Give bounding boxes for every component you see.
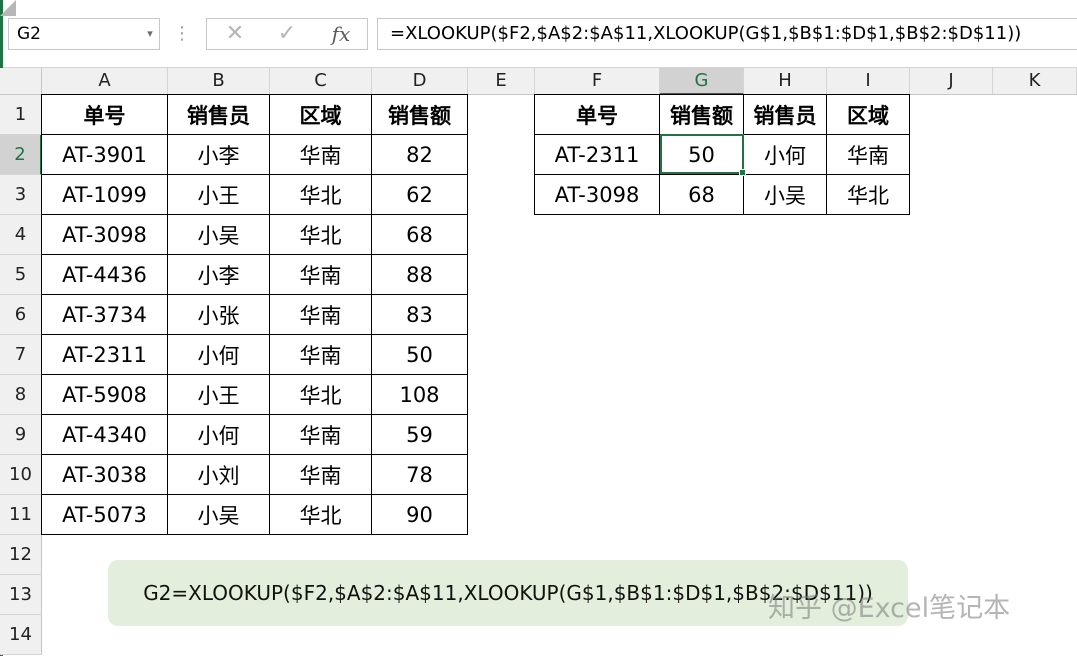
row-header-4[interactable]: 4 [0, 215, 42, 255]
table-cell[interactable]: 小吴 [744, 175, 827, 215]
more-vertical-icon: ⋮ [173, 23, 191, 44]
column-header-i[interactable]: I [827, 68, 910, 95]
row-header-12[interactable]: 12 [0, 535, 42, 575]
table-cell[interactable]: AT-3734 [42, 295, 168, 335]
table-cell[interactable]: 华北 [827, 175, 910, 215]
column-header-c[interactable]: C [270, 68, 372, 95]
table-cell[interactable]: 华南 [270, 295, 372, 335]
table-cell[interactable]: 小吴 [168, 215, 270, 255]
table-cell[interactable]: 华北 [270, 495, 372, 535]
column-header-a[interactable]: A [42, 68, 168, 95]
table-cell[interactable]: 50 [372, 335, 468, 375]
row-header-13[interactable]: 13 [0, 575, 42, 615]
table-cell[interactable]: 68 [660, 175, 744, 215]
column-header-b[interactable]: B [168, 68, 270, 95]
row-header-1[interactable]: 1 [0, 95, 42, 135]
column-header-h[interactable]: H [744, 68, 827, 95]
column-header-f[interactable]: F [535, 68, 660, 95]
table-cell[interactable]: 小刘 [168, 455, 270, 495]
check-icon[interactable]: ✓ [269, 19, 305, 49]
column-header-j[interactable]: J [910, 68, 993, 95]
row-header-9[interactable]: 9 [0, 415, 42, 455]
column-header-e[interactable]: E [468, 68, 535, 95]
table-cell[interactable]: AT-3098 [42, 215, 168, 255]
chevron-down-icon[interactable]: ▾ [140, 18, 160, 50]
table-cell[interactable]: 62 [372, 175, 468, 215]
table-cell[interactable]: 华南 [270, 255, 372, 295]
column-header-k[interactable]: K [993, 68, 1077, 95]
table-cell[interactable]: AT-2311 [535, 135, 660, 175]
table-cell[interactable]: AT-3038 [42, 455, 168, 495]
table-cell[interactable]: AT-3098 [535, 175, 660, 215]
table-cell[interactable]: 82 [372, 135, 468, 175]
header-cell[interactable]: 销售员 [744, 95, 827, 135]
table-cell[interactable]: 华北 [270, 375, 372, 415]
table-cell[interactable]: 108 [372, 375, 468, 415]
table-cell[interactable]: 华南 [827, 135, 910, 175]
table-cell[interactable]: 小王 [168, 375, 270, 415]
header-cell[interactable]: 单号 [535, 95, 660, 135]
table-cell[interactable]: AT-4340 [42, 415, 168, 455]
row-header-5[interactable]: 5 [0, 255, 42, 295]
table-cell[interactable]: 59 [372, 415, 468, 455]
header-cell[interactable]: 区域 [827, 95, 910, 135]
header-cell[interactable]: 区域 [270, 95, 372, 135]
column-header-g[interactable]: G [660, 68, 744, 95]
cancel-icon[interactable]: ✕ [217, 19, 253, 49]
table-cell[interactable]: 小李 [168, 255, 270, 295]
table-cell[interactable]: 小何 [744, 135, 827, 175]
row-header-3[interactable]: 3 [0, 175, 42, 215]
row-header-7[interactable]: 7 [0, 335, 42, 375]
table-cell[interactable]: 华南 [270, 415, 372, 455]
name-box[interactable]: G2 [8, 18, 160, 50]
table-cell[interactable]: 83 [372, 295, 468, 335]
table-cell[interactable]: 小吴 [168, 495, 270, 535]
table-cell[interactable]: 小张 [168, 295, 270, 335]
table-cell[interactable]: 78 [372, 455, 468, 495]
table-cell[interactable]: 华北 [270, 215, 372, 255]
formula-input[interactable]: =XLOOKUP($F2,$A$2:$A$11,XLOOKUP(G$1,$B$1… [377, 18, 1077, 50]
watermark: 知乎 @Excel笔记本 [768, 593, 1011, 624]
table-cell[interactable]: AT-1099 [42, 175, 168, 215]
header-cell[interactable]: 销售员 [168, 95, 270, 135]
table-cell[interactable]: 华南 [270, 335, 372, 375]
table-cell[interactable]: AT-5908 [42, 375, 168, 415]
table-cell[interactable]: 华南 [270, 135, 372, 175]
header-cell[interactable]: 销售额 [372, 95, 468, 135]
insert-function-icon[interactable]: fx [323, 19, 359, 49]
row-header-10[interactable]: 10 [0, 455, 42, 495]
row-header-11[interactable]: 11 [0, 495, 42, 535]
table-cell[interactable]: 90 [372, 495, 468, 535]
table-cell[interactable]: 小王 [168, 175, 270, 215]
table-cell[interactable]: 小何 [168, 415, 270, 455]
fill-handle[interactable] [739, 169, 746, 176]
select-all-triangle-icon[interactable] [0, 0, 16, 16]
select-all-corner[interactable] [0, 68, 42, 95]
active-cell-highlight[interactable] [660, 134, 744, 174]
table-cell[interactable]: 88 [372, 255, 468, 295]
table-cell[interactable]: 小何 [168, 335, 270, 375]
table-cell[interactable]: 68 [372, 215, 468, 255]
header-cell[interactable]: 销售额 [660, 95, 744, 135]
table-cell[interactable]: 小李 [168, 135, 270, 175]
table-cell[interactable]: AT-5073 [42, 495, 168, 535]
table-cell[interactable]: 华北 [270, 175, 372, 215]
table-cell[interactable]: AT-3901 [42, 135, 168, 175]
row-header-8[interactable]: 8 [0, 375, 42, 415]
table-cell[interactable]: AT-4436 [42, 255, 168, 295]
row-header-2[interactable]: 2 [0, 135, 42, 175]
row-header-6[interactable]: 6 [0, 295, 42, 335]
table-cell[interactable]: 华南 [270, 455, 372, 495]
formula-buttons: ✕ ✓ fx [206, 18, 368, 50]
row-header-14[interactable]: 14 [0, 615, 42, 655]
column-header-d[interactable]: D [372, 68, 468, 95]
header-cell[interactable]: 单号 [42, 95, 168, 135]
table-cell[interactable]: AT-2311 [42, 335, 168, 375]
